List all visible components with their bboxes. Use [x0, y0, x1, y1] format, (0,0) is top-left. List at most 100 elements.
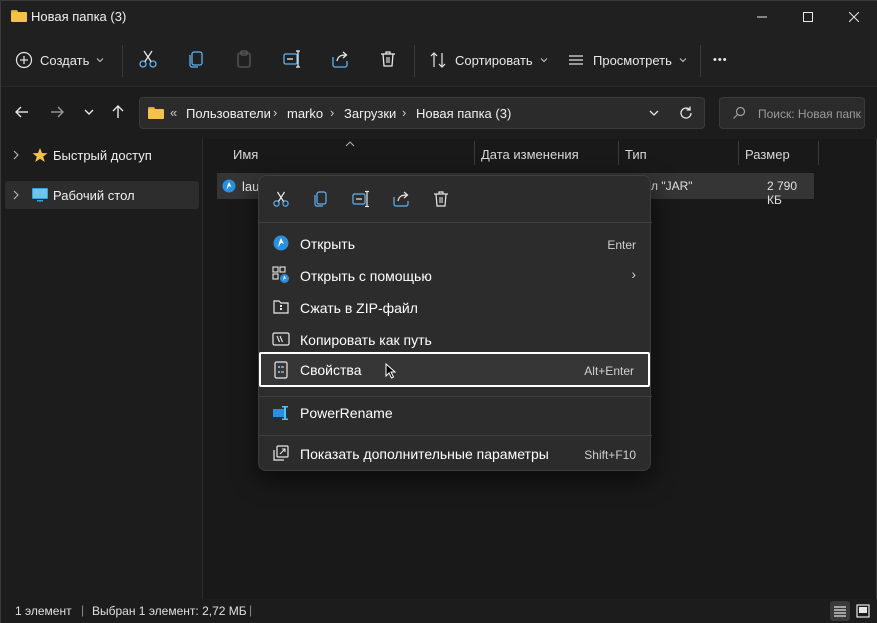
- address-dropdown-button[interactable]: [648, 107, 660, 119]
- column-divider[interactable]: [738, 141, 739, 165]
- breadcrumb-separator[interactable]: ›: [273, 105, 277, 120]
- folder-icon: [148, 107, 164, 119]
- cut-button[interactable]: [138, 49, 160, 71]
- search-icon: [733, 106, 746, 119]
- copy-button[interactable]: [186, 49, 208, 71]
- powerrename-icon: [273, 406, 288, 420]
- sidebar-item-quick-access[interactable]: Быстрый доступ: [5, 141, 199, 169]
- column-header-name[interactable]: Имя: [233, 147, 258, 162]
- share-button[interactable]: [330, 49, 352, 71]
- menu-share-button[interactable]: [392, 190, 412, 210]
- view-button[interactable]: Просмотреть: [567, 45, 688, 75]
- close-icon: [849, 12, 859, 22]
- details-view-button[interactable]: [830, 601, 850, 621]
- forward-button[interactable]: [46, 101, 68, 123]
- title-bar: Новая папка (3): [1, 1, 877, 33]
- column-header-date[interactable]: Дата изменения: [481, 147, 579, 162]
- menu-separator: [259, 435, 652, 436]
- file-type: л "JAR": [651, 179, 693, 193]
- properties-icon: [274, 361, 288, 379]
- copy-icon: [189, 51, 203, 68]
- sidebar-item-label: Рабочий стол: [53, 188, 135, 203]
- navigation-bar: « Пользователи › marko › Загрузки › Нова…: [1, 87, 877, 139]
- menu-rename-button[interactable]: [352, 190, 372, 210]
- delete-button[interactable]: [378, 49, 400, 71]
- file-explorer-window: Новая папка (3) Создать Сортировать Прос…: [0, 0, 877, 623]
- breadcrumb-marko[interactable]: marko: [287, 106, 323, 121]
- menu-item-shortcut: Alt+Enter: [584, 364, 634, 378]
- column-header-size[interactable]: Размер: [745, 147, 790, 162]
- breadcrumb-current-folder[interactable]: Новая папка (3): [416, 106, 511, 121]
- more-icon: •••: [713, 54, 728, 66]
- column-divider[interactable]: [618, 141, 619, 165]
- scissors-icon: [139, 50, 157, 68]
- paste-button[interactable]: [234, 49, 256, 71]
- chevron-right-icon[interactable]: [11, 190, 21, 200]
- mouse-cursor-icon: [385, 363, 397, 379]
- thumbnail-view-icon: [856, 604, 870, 618]
- sidebar-item-desktop[interactable]: Рабочий стол: [5, 181, 199, 209]
- menu-item-label: Открыть с помощью: [300, 268, 432, 284]
- address-bar[interactable]: « Пользователи › marko › Загрузки › Нова…: [139, 97, 705, 129]
- column-header-type[interactable]: Тип: [625, 147, 647, 162]
- breadcrumb-separator[interactable]: ›: [330, 105, 334, 120]
- menu-item-compress-zip[interactable]: Сжать в ZIP-файл: [259, 292, 652, 322]
- minimize-button[interactable]: [739, 1, 785, 33]
- scissors-icon: [273, 191, 289, 207]
- back-button[interactable]: [11, 101, 33, 123]
- up-button[interactable]: [107, 101, 129, 123]
- chevron-down-icon: [649, 110, 659, 116]
- arrow-up-icon: [112, 105, 124, 118]
- trash-icon: [381, 51, 395, 67]
- copy-icon: [314, 191, 327, 207]
- refresh-button[interactable]: [678, 105, 694, 121]
- arrow-right-icon: [51, 106, 64, 118]
- menu-item-shortcut: Enter: [607, 238, 636, 252]
- menu-item-show-more-options[interactable]: Показать дополнительные параметры Shift+…: [259, 438, 652, 468]
- search-box[interactable]: Поиск: Новая папка: [719, 97, 865, 129]
- breadcrumb-separator[interactable]: ›: [402, 105, 406, 120]
- copy-path-icon: [272, 332, 290, 346]
- chevron-down-icon: [540, 58, 548, 63]
- paste-icon: [237, 50, 251, 68]
- menu-item-powerrename[interactable]: PowerRename: [259, 397, 652, 427]
- column-divider[interactable]: [818, 141, 819, 165]
- close-button[interactable]: [831, 1, 877, 33]
- file-size: 2 790 КБ: [767, 179, 798, 207]
- menu-cut-button[interactable]: [272, 190, 292, 210]
- menu-item-label: Копировать как путь: [300, 332, 432, 348]
- more-options-button[interactable]: •••: [713, 45, 728, 75]
- selection-info: Выбран 1 элемент: 2,72 МБ: [92, 604, 247, 618]
- menu-item-shortcut: Shift+F10: [584, 448, 636, 462]
- submenu-chevron-icon: ›: [631, 266, 636, 282]
- menu-item-properties[interactable]: Свойства Alt+Enter: [259, 352, 650, 387]
- menu-item-open[interactable]: Открыть Enter: [259, 228, 652, 258]
- maximize-icon: [803, 12, 813, 22]
- sort-button[interactable]: Сортировать: [429, 45, 549, 75]
- zip-icon: [273, 300, 289, 314]
- open-with-icon: [272, 266, 289, 283]
- rename-button[interactable]: [282, 49, 304, 71]
- menu-item-open-with[interactable]: Открыть с помощью ›: [259, 260, 652, 290]
- view-list-icon: [569, 55, 583, 65]
- large-icons-view-button[interactable]: [853, 601, 873, 621]
- status-divider: |: [81, 603, 85, 617]
- plus-circle-icon: [15, 51, 33, 69]
- menu-item-label: Показать дополнительные параметры: [300, 446, 549, 462]
- menu-copy-button[interactable]: [312, 190, 332, 210]
- star-icon: [32, 148, 48, 162]
- create-button[interactable]: Создать: [15, 45, 105, 75]
- maximize-button[interactable]: [785, 1, 831, 33]
- item-count: 1 элемент: [15, 604, 72, 618]
- chevron-right-icon[interactable]: [11, 150, 21, 160]
- more-options-icon: [273, 445, 289, 461]
- menu-item-copy-as-path[interactable]: Копировать как путь: [259, 324, 652, 354]
- breadcrumb-overflow[interactable]: «: [170, 105, 177, 120]
- breadcrumb-users[interactable]: Пользователи: [186, 106, 271, 121]
- recent-locations-button[interactable]: [78, 101, 100, 123]
- trash-icon: [434, 191, 448, 207]
- breadcrumb-downloads[interactable]: Загрузки: [344, 106, 396, 121]
- menu-delete-button[interactable]: [432, 190, 452, 210]
- toolbar-separator: [700, 45, 701, 77]
- column-divider[interactable]: [474, 141, 475, 165]
